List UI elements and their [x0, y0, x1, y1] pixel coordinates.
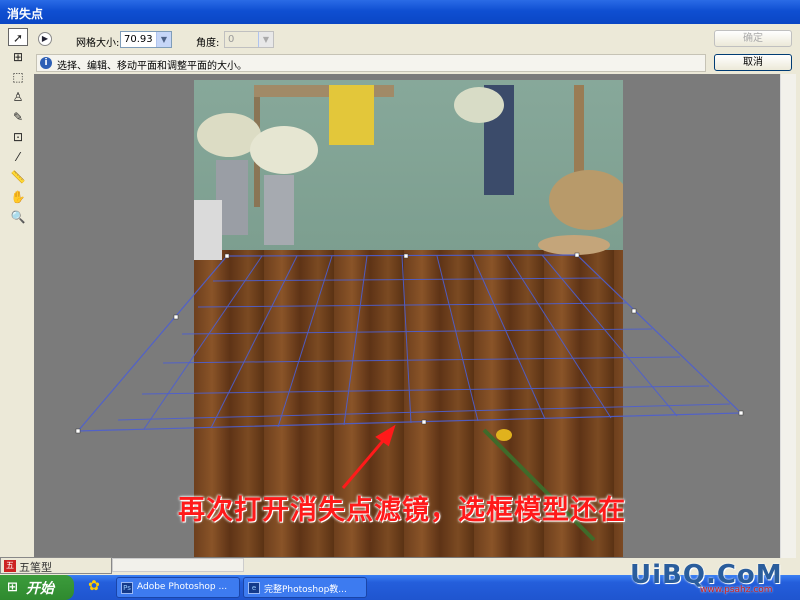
- task-photoshop[interactable]: Ps Adobe Photoshop ...: [116, 577, 240, 598]
- task-label: 完整Photoshop教...: [264, 585, 347, 595]
- task-label: Adobe Photoshop ...: [137, 582, 228, 592]
- ime-logo-icon: 五: [4, 560, 16, 572]
- quicklaunch-icon[interactable]: ✿: [84, 578, 104, 597]
- ime-label: 五笔型: [19, 561, 52, 574]
- annotation-arrow: [341, 424, 396, 489]
- vanishing-point-window: 消失点 ➚ ⊞ ⬚ ♙ ✎ ⊡ ⁄ 📏 ✋ 🔍 ▶ 网格大小: 70.93 ▼ …: [0, 0, 800, 575]
- photoshop-icon: Ps: [121, 582, 133, 594]
- start-label: 开始: [26, 581, 54, 597]
- horizontal-scrollbar[interactable]: [112, 558, 244, 572]
- browser-icon: e: [248, 582, 260, 594]
- start-button[interactable]: ⊞ 开始: [0, 575, 74, 600]
- task-browser[interactable]: e 完整Photoshop教...: [243, 577, 367, 598]
- windows-logo-icon: ⊞: [7, 580, 18, 595]
- annotation-text: 再次打开消失点滤镜，选框模型还在: [178, 495, 626, 526]
- ime-toolbar[interactable]: 五 五笔型: [0, 557, 112, 574]
- watermark-url: www.psahz.com: [700, 585, 773, 595]
